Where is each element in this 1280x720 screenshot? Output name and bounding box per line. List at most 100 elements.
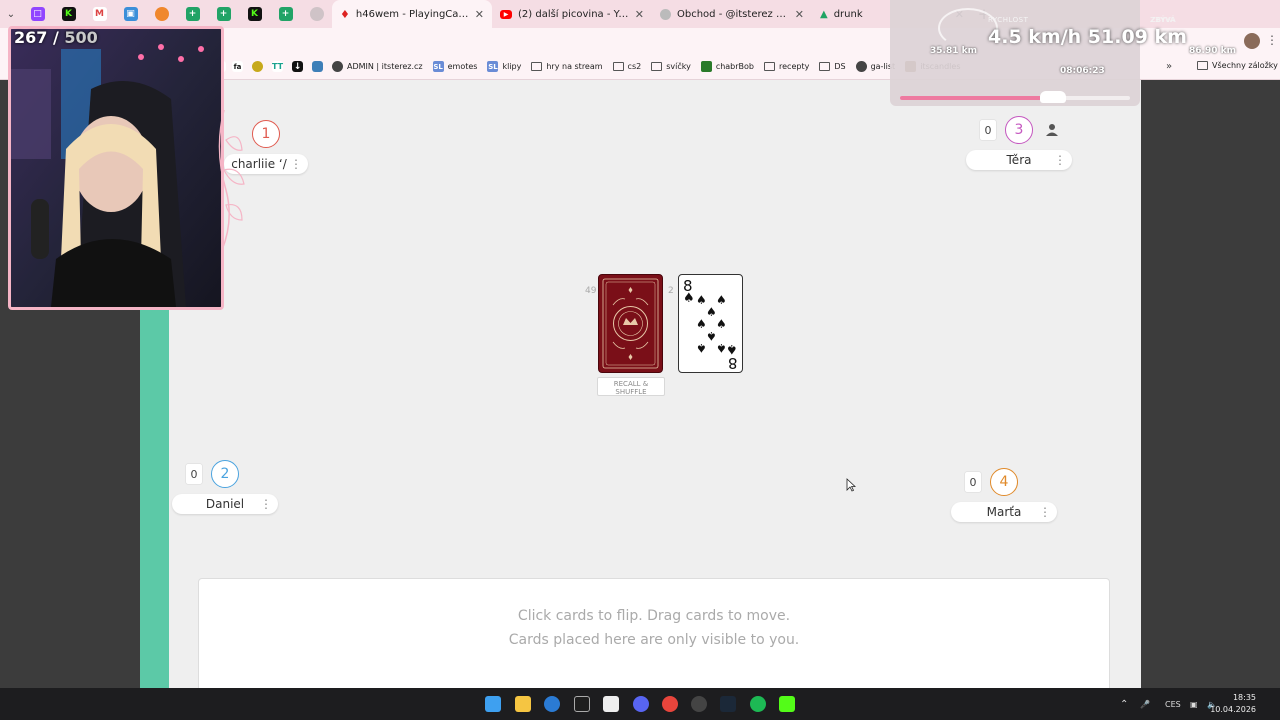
diamond-icon: ♦ [340, 7, 350, 21]
player-seat-4[interactable]: 0 4 Marťa ⋮ [951, 468, 1057, 522]
tab-title: (2) další picovina - YouTube [518, 8, 629, 20]
bookmark-folder-hry[interactable]: hry na stream [531, 62, 603, 71]
player-header: 0 3 [966, 116, 1072, 144]
private-hand-area[interactable]: Click cards to flip. Drag cards to move.… [198, 578, 1110, 688]
bookmark-icon[interactable]: fa [232, 61, 243, 72]
bookmark-chabrbob[interactable]: chabrBob [700, 61, 754, 72]
bookmark-all[interactable]: Všechny záložky [1197, 61, 1278, 70]
player-seat-2[interactable]: 0 2 Daniel ⋮ [172, 460, 278, 514]
pinned-tab-app[interactable]: ▣ [115, 0, 146, 28]
kebab-menu-icon[interactable]: ⋮ [290, 156, 302, 172]
pinned-tab-globe[interactable] [301, 0, 332, 28]
more-bookmarks-icon[interactable]: » [1166, 61, 1172, 72]
player-number-badge: 1 [252, 120, 280, 148]
close-icon[interactable]: ✕ [635, 8, 644, 21]
spade-icon: ♠ [716, 317, 727, 331]
mouse-cursor-icon [846, 478, 856, 492]
tab-title: h46wem - PlayingCards.io Virtu [355, 8, 469, 20]
app-icon[interactable] [603, 696, 619, 712]
sub-goal: 500 [64, 28, 98, 47]
bookmark-folder-svicky[interactable]: svíčky [651, 62, 691, 71]
network-icon[interactable]: ▣ [1190, 688, 1198, 720]
floral-decoration [218, 110, 245, 250]
sub-current: 267 [14, 28, 48, 47]
sheet-plus-icon: + [185, 7, 200, 21]
bookmark-folder-cs2[interactable]: cs2 [612, 62, 641, 71]
bookmark-icon[interactable] [312, 61, 323, 72]
menu-icon[interactable]: ⋮ [1266, 34, 1278, 46]
hand-card-count: 0 [980, 120, 996, 140]
globe-icon [309, 7, 324, 21]
tab-obchod[interactable]: Obchod - @itsterez panel ✕ [652, 0, 812, 28]
route-progress-bar [900, 96, 1130, 100]
app-icon[interactable] [691, 696, 707, 712]
close-icon[interactable]: ✕ [475, 8, 484, 21]
bookmark-folder-ds[interactable]: DS [819, 62, 846, 71]
system-clock[interactable]: 18:35 10.04.2026 [1210, 692, 1256, 716]
sheet-plus-icon: + [278, 7, 293, 21]
kick-icon[interactable] [779, 696, 795, 712]
player-name-pill[interactable]: Těra ⋮ [966, 150, 1072, 170]
tray-chevron-icon[interactable]: ⌃ [1120, 688, 1128, 720]
deck-count: 49 [585, 286, 597, 296]
kebab-menu-icon[interactable]: ⋮ [1039, 504, 1051, 520]
player-name-pill[interactable]: Daniel ⋮ [172, 494, 278, 514]
bookmark-klipy[interactable]: SL klipy [487, 61, 521, 72]
draw-deck[interactable] [598, 274, 663, 373]
microphone-icon[interactable]: 🎤 [1140, 688, 1150, 720]
bookmark-label: DS [834, 62, 846, 71]
chrome-icon[interactable] [662, 696, 678, 712]
folder-icon [819, 62, 831, 71]
avatar[interactable] [1244, 33, 1260, 49]
bookmark-folder-recepty[interactable]: recepty [764, 62, 809, 71]
bookmark-admin[interactable]: ADMIN | itsterez.cz [332, 61, 423, 72]
kebab-menu-icon[interactable]: ⋮ [260, 496, 272, 512]
pinned-tab-plus-1[interactable]: + [177, 0, 208, 28]
drive-icon: ▲ [820, 8, 828, 20]
file-explorer-icon[interactable] [515, 696, 531, 712]
player-number-badge: 3 [1005, 116, 1033, 144]
player-name-pill[interactable]: Marťa ⋮ [951, 502, 1057, 522]
card-back-pattern [602, 278, 659, 369]
pinned-tab-kick-2[interactable]: K [239, 0, 270, 28]
pinned-tab-plus-2[interactable]: + [208, 0, 239, 28]
globe-icon [855, 61, 867, 72]
sl-icon: SL [432, 61, 444, 72]
spade-icon: ♠ [716, 293, 727, 307]
discord-icon[interactable] [633, 696, 649, 712]
shuffle-label: SHUFFLE [615, 388, 647, 396]
player-seat-3[interactable]: 0 3 Těra ⋮ [966, 116, 1072, 170]
language-indicator[interactable]: CES [1165, 688, 1181, 720]
pinned-tab-orange[interactable] [146, 0, 177, 28]
bookmark-emotes[interactable]: SL emotes [432, 61, 477, 72]
pinned-tab-kick[interactable]: K [53, 0, 84, 28]
close-icon[interactable]: ✕ [795, 8, 804, 21]
playing-card-face-up[interactable]: 8 ♠ ♠ ♠ ♠ ♠ ♠ ♠ ♠ ♠ ♠ 8 [678, 274, 743, 373]
download-icon[interactable]: ↓ [292, 61, 303, 72]
bookmark-icon[interactable] [252, 61, 263, 72]
kebab-menu-icon[interactable]: ⋮ [1054, 152, 1066, 168]
player-number-badge: 2 [211, 460, 239, 488]
route-progress-fill [900, 96, 1045, 100]
recall-shuffle-button[interactable]: RECALL & SHUFFLE [597, 377, 665, 396]
hand-hint-line-2: Cards placed here are only visible to yo… [508, 632, 800, 648]
app-icon[interactable] [574, 696, 590, 712]
folder-icon [651, 62, 663, 71]
tab-search-button[interactable]: ⌄ [0, 0, 22, 28]
bookmark-icon[interactable]: TT [272, 61, 283, 72]
pinned-tab-plus-3[interactable]: + [270, 0, 301, 28]
tab-youtube[interactable]: ▶ (2) další picovina - YouTube ✕ [492, 0, 652, 28]
webcam-feed [11, 29, 221, 307]
edge-icon[interactable] [544, 696, 560, 712]
pinned-tab-twitch[interactable]: □ [22, 0, 53, 28]
tab-playingcards[interactable]: ♦ h46wem - PlayingCards.io Virtu ✕ [332, 0, 492, 28]
spotify-icon[interactable] [750, 696, 766, 712]
person-icon[interactable] [1044, 122, 1060, 138]
pinned-tab-gmail[interactable]: M [84, 0, 115, 28]
hand-card-count: 0 [965, 472, 981, 492]
steam-icon[interactable] [720, 696, 736, 712]
distance-remaining: 86.90 km [1189, 46, 1236, 56]
windows-start-icon[interactable] [485, 696, 501, 712]
discard-count: 2 [668, 286, 674, 296]
spade-icon: ♠ [696, 341, 707, 355]
